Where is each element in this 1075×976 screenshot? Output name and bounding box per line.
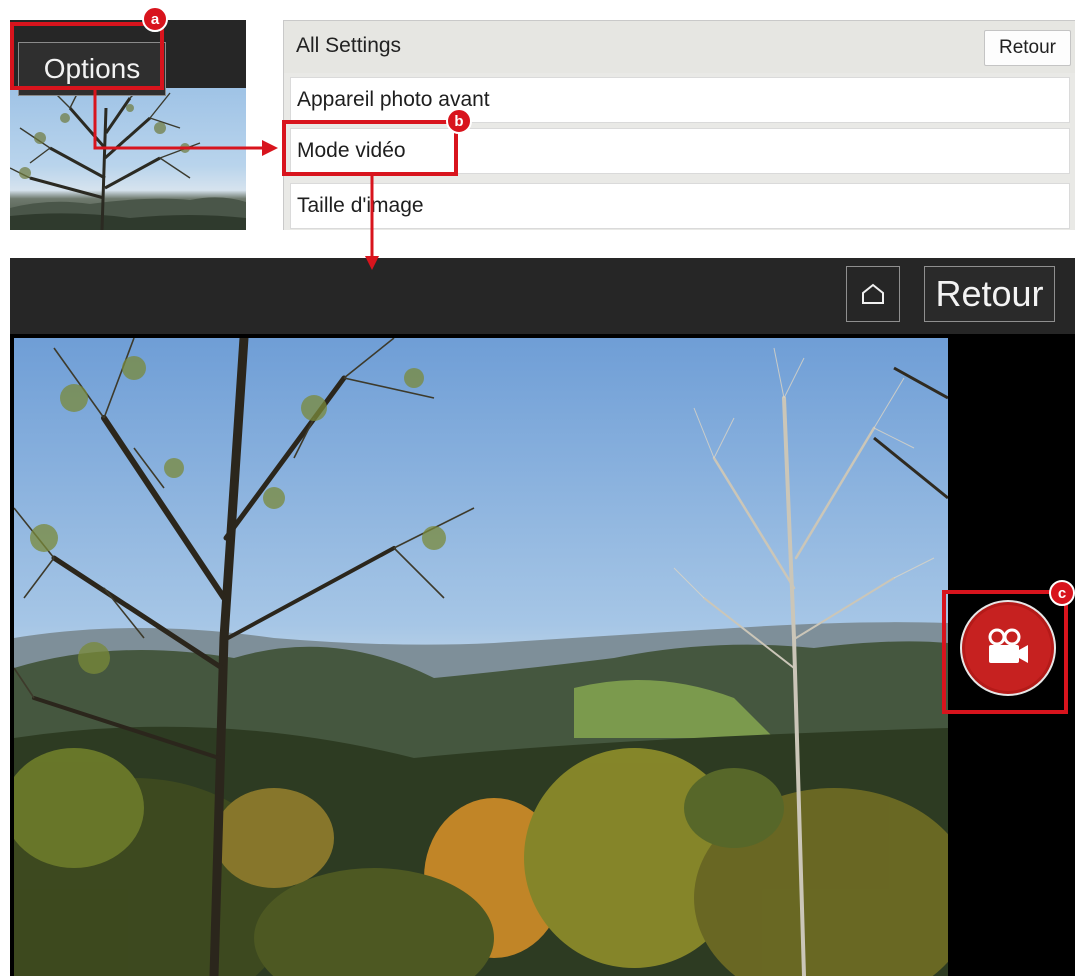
- annotation-badge-b: b: [446, 108, 472, 134]
- annotation-badge-a: a: [142, 6, 168, 32]
- highlight-video-mode: [282, 120, 458, 176]
- highlight-record-button: [942, 590, 1068, 714]
- annotation-connectors: [93, 90, 379, 270]
- annotation-badge-c: c: [1049, 580, 1075, 606]
- highlight-options: [10, 22, 164, 90]
